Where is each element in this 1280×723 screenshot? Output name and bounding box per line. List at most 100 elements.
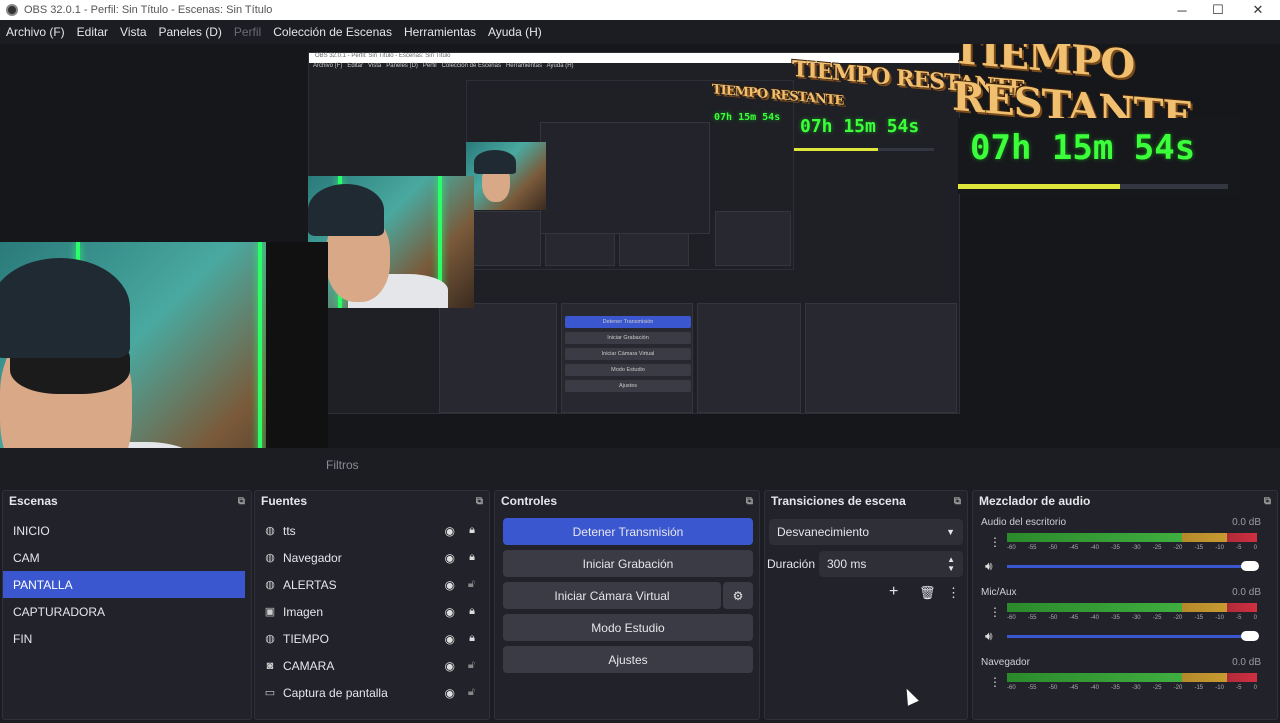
undock-icon[interactable]: ⧉ [954,496,961,507]
lock-icon[interactable]: 🔒︎ [469,551,475,564]
scene-item-cam[interactable]: CAM [3,544,251,571]
timer-progress-medium-fill [794,148,878,151]
duration-label: Duración [767,557,816,571]
source-item-camara[interactable]: ◙ CAMARA ◉ 🔓︎ [255,652,489,679]
undock-icon[interactable]: ⧉ [238,496,245,507]
gear-icon: ⚙ [732,588,744,603]
source-item-imagen[interactable]: ▣ Imagen ◉ 🔒︎ [255,598,489,625]
channel-name: Mic/Aux [981,587,1017,598]
more-icon[interactable]: ⋮ [989,605,1001,619]
channel-name: Audio del escritorio [981,517,1067,528]
slider-handle[interactable] [1241,631,1259,641]
eye-icon[interactable]: ◉ [445,686,455,700]
chevron-down-icon: ▼ [946,527,955,537]
webcam-small [466,142,546,210]
menu-coleccion-escenas[interactable]: Colección de Escenas [267,25,398,39]
tab-filtros[interactable]: Filtros [326,458,359,472]
undock-icon[interactable]: ⧉ [476,496,483,507]
start-virtual-camera-button[interactable]: Iniciar Cámara Virtual [503,582,721,609]
window-title: OBS 32.0.1 - Perfil: Sin Título - Escena… [24,4,273,16]
timer-progress-medium [794,148,934,151]
menu-editar[interactable]: Editar [71,25,114,39]
preview-canvas[interactable]: OBS 32.0.1 - Perfil: Sin Título - Escena… [0,44,1280,448]
nested-sources-panel [439,303,557,413]
menu-archivo[interactable]: Archivo (F) [0,25,71,39]
nested-btn-record: Iniciar Grabación [565,332,691,344]
dock-tab-row: Filtros [0,448,1280,488]
eye-icon[interactable]: ◉ [445,632,455,646]
globe-icon: ◍ [265,525,275,537]
slider-handle[interactable] [1241,561,1259,571]
studio-mode-button[interactable]: Modo Estudio [503,614,753,641]
scene-item-inicio[interactable]: INICIO [3,517,251,544]
menu-vista[interactable]: Vista [114,25,152,39]
eye-icon[interactable]: ◉ [445,551,455,565]
unlock-icon[interactable]: 🔓︎ [468,659,475,672]
sources-header: Fuentes ⧉ [255,491,489,511]
more-icon[interactable]: ⋮ [989,535,1001,549]
speaker-icon[interactable]: 🔊︎ [985,629,993,644]
minimize-button[interactable]: ─ [1164,0,1200,20]
scenes-title: Escenas [9,494,58,508]
undock-icon[interactable]: ⧉ [746,496,753,507]
transitions-dock: Transiciones de escena ⧉ Desvanecimiento … [764,490,968,720]
menu-paneles[interactable]: Paneles (D) [153,25,228,39]
source-item-alertas[interactable]: ◍ ALERTAS ◉ 🔓︎ [255,571,489,598]
spinner-icon[interactable]: ▲ ▼ [947,555,955,573]
eye-icon[interactable]: ◉ [445,578,455,592]
unlock-icon[interactable]: 🔓︎ [468,686,475,699]
lock-icon[interactable]: 🔒︎ [469,524,475,537]
nested-btn-settings: Ajustes [565,380,691,392]
scene-item-fin[interactable]: FIN [3,625,251,652]
start-recording-button[interactable]: Iniciar Grabación [503,550,753,577]
source-label: CAMARA [283,658,335,673]
stop-stream-button[interactable]: Detener Transmisión [503,518,753,545]
lock-icon[interactable]: 🔒︎ [469,632,475,645]
nested-btn-studio: Modo Estudio [565,364,691,376]
virtual-camera-settings-button[interactable]: ⚙ [723,582,753,609]
unlock-icon[interactable]: 🔓︎ [468,578,475,591]
duration-input[interactable]: 300 ms ▲ ▼ [819,551,963,577]
source-item-tts[interactable]: ◍ tts ◉ 🔒︎ [255,517,489,544]
eye-icon[interactable]: ◉ [445,659,455,673]
eye-icon[interactable]: ◉ [445,605,455,619]
scene-item-pantalla[interactable]: PANTALLA [3,571,245,598]
channel-name: Navegador [981,657,1030,668]
audio-mixer-dock: Mezclador de audio ⧉ Audio del escritorio… [972,490,1278,720]
transition-select[interactable]: Desvanecimiento ▼ [769,519,963,545]
nested-transitions-panel [697,303,801,413]
add-icon[interactable]: + [889,583,898,601]
duration-value: 300 ms [827,557,867,571]
maximize-button[interactable]: ☐ [1200,0,1236,20]
volume-meter [1007,673,1257,682]
menu-ayuda[interactable]: Ayuda (H) [482,25,548,39]
close-button[interactable]: ✕ [1240,0,1276,20]
settings-button[interactable]: Ajustes [503,646,753,673]
channel-db: 0.0 dB [1232,517,1261,528]
nested-btn-stop: Detener Transmisión [565,316,691,328]
camera-icon: ◙ [266,659,274,672]
volume-slider[interactable] [1007,631,1259,641]
mixer-channel-browser: Navegador 0.0 dB ⋮ -60 -55 -50 -45 -40 -35 -30… [979,657,1265,723]
source-item-tiempo[interactable]: ◍ TIEMPO ◉ 🔒︎ [255,625,489,652]
source-label: Imagen [283,604,324,619]
source-item-navegador[interactable]: ◍ Navegador ◉ 🔒︎ [255,544,489,571]
volume-slider[interactable] [1007,561,1259,571]
menu-perfil[interactable]: Perfil [228,25,267,39]
speaker-icon[interactable]: 🔊︎ [985,559,993,574]
menu-herramientas[interactable]: Herramientas [398,25,482,39]
transitions-header: Transiciones de escena ⧉ [765,491,967,511]
eye-icon[interactable]: ◉ [445,524,455,538]
timer-value-small: 07h 15m 54s [714,112,781,123]
source-item-captura-pantalla[interactable]: ▭ Captura de pantalla ◉ 🔓︎ [255,679,489,706]
scene-item-capturadora[interactable]: CAPTURADORA [3,598,251,625]
trash-icon[interactable]: 🗑︎ [919,585,936,601]
timer-value-large: 07h 15m 54s [970,128,1196,168]
lock-icon[interactable]: 🔒︎ [469,605,475,618]
more-icon[interactable]: ⋮ [989,675,1001,689]
source-label: Captura de pantalla [283,685,388,700]
controls-dock: Controles ⧉ Detener Transmisión Iniciar G… [494,490,760,720]
undock-icon[interactable]: ⧉ [1264,496,1271,507]
meter-ticks: -60 -55 -50 -45 -40 -35 -30 -25 -20 -15 -10 -5 0 [1007,615,1257,621]
more-icon[interactable]: ⋮ [947,585,960,601]
